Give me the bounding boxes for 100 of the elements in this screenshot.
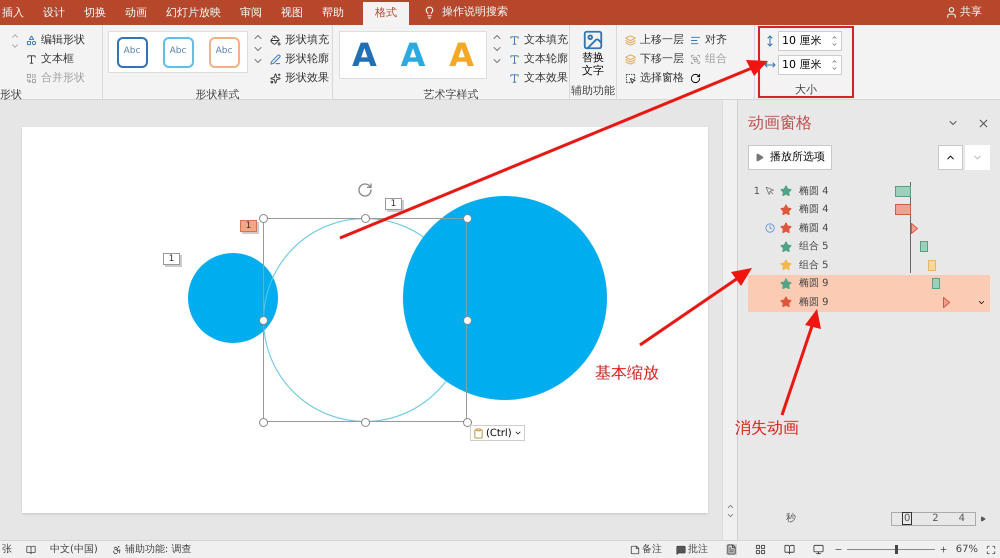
shape-style-swatch[interactable]: Abc <box>116 36 148 68</box>
ribbon-command[interactable]: 形状填充 <box>270 31 329 49</box>
animation-tag: 1 <box>163 253 180 265</box>
ribbon-command[interactable]: 文本填充 <box>509 31 568 49</box>
animation-item[interactable]: 组合 5 <box>748 256 990 274</box>
sorter-view-icon[interactable] <box>754 544 766 555</box>
rotate-handle-icon[interactable] <box>357 182 373 198</box>
layers-icon <box>625 54 636 64</box>
annotation-text: 消失动画 <box>735 417 799 439</box>
animation-item[interactable]: 椭圆 9 <box>748 274 990 293</box>
shape-style-swatch[interactable]: Abc <box>208 36 240 68</box>
animation-item[interactable]: 椭圆 9 <box>748 293 990 312</box>
ribbon-tab[interactable]: 动画 <box>125 2 147 25</box>
close-icon[interactable] <box>977 116 990 130</box>
previous-slide-icon[interactable] <box>726 502 734 511</box>
item-name: 组合 5 <box>798 240 830 254</box>
caret-icon <box>514 429 522 437</box>
tell-me-search[interactable]: 操作说明搜索 <box>442 4 508 21</box>
comments-button[interactable]: 批注 <box>676 542 708 557</box>
ribbon-command[interactable]: 选择窗格 <box>625 69 684 87</box>
wordart-style[interactable]: A <box>352 39 377 71</box>
resize-handle[interactable] <box>360 418 370 426</box>
spinner-icon[interactable] <box>831 58 838 72</box>
ribbon-tab[interactable]: 帮助 <box>322 2 344 25</box>
size-field[interactable]: 10 厘米 <box>778 55 842 75</box>
zoom-level[interactable]: 67% <box>956 542 978 557</box>
timeline-tick: 0 <box>902 512 912 525</box>
shape-style-swatch[interactable]: Abc <box>162 36 194 68</box>
ribbon-tab[interactable]: 视图 <box>281 2 303 25</box>
letter-icon <box>509 72 520 84</box>
order-number: 1 <box>754 186 760 197</box>
zoom-thumb[interactable] <box>895 545 898 554</box>
ribbon-tab[interactable]: 插入 <box>2 2 24 25</box>
next-slide-icon[interactable] <box>726 511 734 520</box>
vertical-scrollbar[interactable] <box>722 100 737 540</box>
group-label: 形状样式 <box>194 87 240 103</box>
share-button[interactable]: 共享 <box>960 4 982 21</box>
group-label: 艺术字样式 <box>422 87 480 103</box>
resize-handle[interactable] <box>360 214 370 222</box>
pane-title: 动画窗格 <box>748 112 812 134</box>
ribbon-tab[interactable]: 幻灯片放映 <box>166 2 221 25</box>
paint-bucket-icon <box>270 34 281 46</box>
item-name: 椭圆 9 <box>798 276 830 292</box>
ribbon-command[interactable]: 文本轮廓 <box>509 50 568 68</box>
letter-icon <box>509 34 520 46</box>
ribbon-command[interactable]: 编辑形状 <box>26 31 85 49</box>
animation-item[interactable]: 椭圆 4 <box>748 200 990 219</box>
ribbon-command[interactable]: 上移一层 <box>625 31 684 49</box>
slideshow-icon[interactable] <box>812 544 824 555</box>
accessibility-icon <box>112 544 122 554</box>
group-label: 辅助功能 <box>571 83 615 99</box>
scroll-right-icon[interactable] <box>980 516 986 522</box>
accessibility-status[interactable]: 辅助功能: 调查 <box>124 542 192 557</box>
timeline-tick: 2 <box>932 512 939 526</box>
ribbon-command[interactable]: 文本效果 <box>509 69 568 87</box>
ribbon-command[interactable]: 对齐 <box>690 31 727 49</box>
reading-view-icon[interactable] <box>784 544 795 555</box>
animation-tag: 1 <box>385 198 402 210</box>
item-name: 椭圆 4 <box>798 184 830 199</box>
clock-icon <box>765 223 775 234</box>
ribbon-command[interactable]: 形状轮廓 <box>270 50 329 68</box>
merge-icon <box>26 72 37 84</box>
ribbon-tab[interactable]: 审阅 <box>240 2 262 25</box>
clipboard-icon <box>473 428 484 438</box>
ribbon-command[interactable]: 下移一层 <box>625 50 684 68</box>
rotate-icon[interactable] <box>690 73 701 84</box>
ribbon-tab[interactable]: 设计 <box>43 2 65 25</box>
ribbon-command[interactable]: 形状效果 <box>270 69 329 87</box>
size-field[interactable]: 10 厘米 <box>778 31 842 51</box>
animation-item[interactable]: 组合 5 <box>748 238 990 256</box>
notes-icon <box>630 544 640 554</box>
paste-options-button[interactable]: (Ctrl) <box>470 425 525 441</box>
selection-icon <box>625 72 636 84</box>
resize-handle[interactable] <box>258 418 268 426</box>
play-icon <box>755 152 764 162</box>
resize-handle[interactable] <box>258 214 268 222</box>
textbox-icon <box>26 54 37 64</box>
ribbon-command[interactable]: 文本框 <box>26 50 85 68</box>
group-label: 形状 <box>0 87 23 103</box>
language[interactable]: 中文(中国) <box>50 542 98 557</box>
letter-icon <box>509 54 520 64</box>
ribbon-tab[interactable]: 格式 <box>363 2 409 25</box>
animation-tag: 1 <box>240 220 257 232</box>
zoom-in-icon[interactable] <box>938 545 948 554</box>
fit-slide-icon[interactable] <box>986 544 996 554</box>
alt-text-button[interactable]: 替换文字 <box>580 25 606 83</box>
ribbon-tab[interactable]: 切换 <box>84 2 106 25</box>
lightbulb-icon <box>423 6 436 19</box>
play-selected-button[interactable]: 播放所选项 <box>748 144 832 170</box>
animation-item[interactable]: 1 椭圆 4 <box>748 182 990 200</box>
person-icon <box>945 6 958 19</box>
notes-button[interactable]: 备注 <box>630 542 662 557</box>
item-name: 组合 5 <box>798 258 830 273</box>
spinner-icon[interactable] <box>831 34 838 48</box>
item-name: 椭圆 9 <box>798 296 830 310</box>
normal-view-icon[interactable] <box>726 544 737 555</box>
timeline-tick: 4 <box>958 512 965 526</box>
resize-handle[interactable] <box>462 418 472 426</box>
layers-icon <box>625 34 636 46</box>
animation-item[interactable]: 椭圆 4 <box>748 219 990 238</box>
